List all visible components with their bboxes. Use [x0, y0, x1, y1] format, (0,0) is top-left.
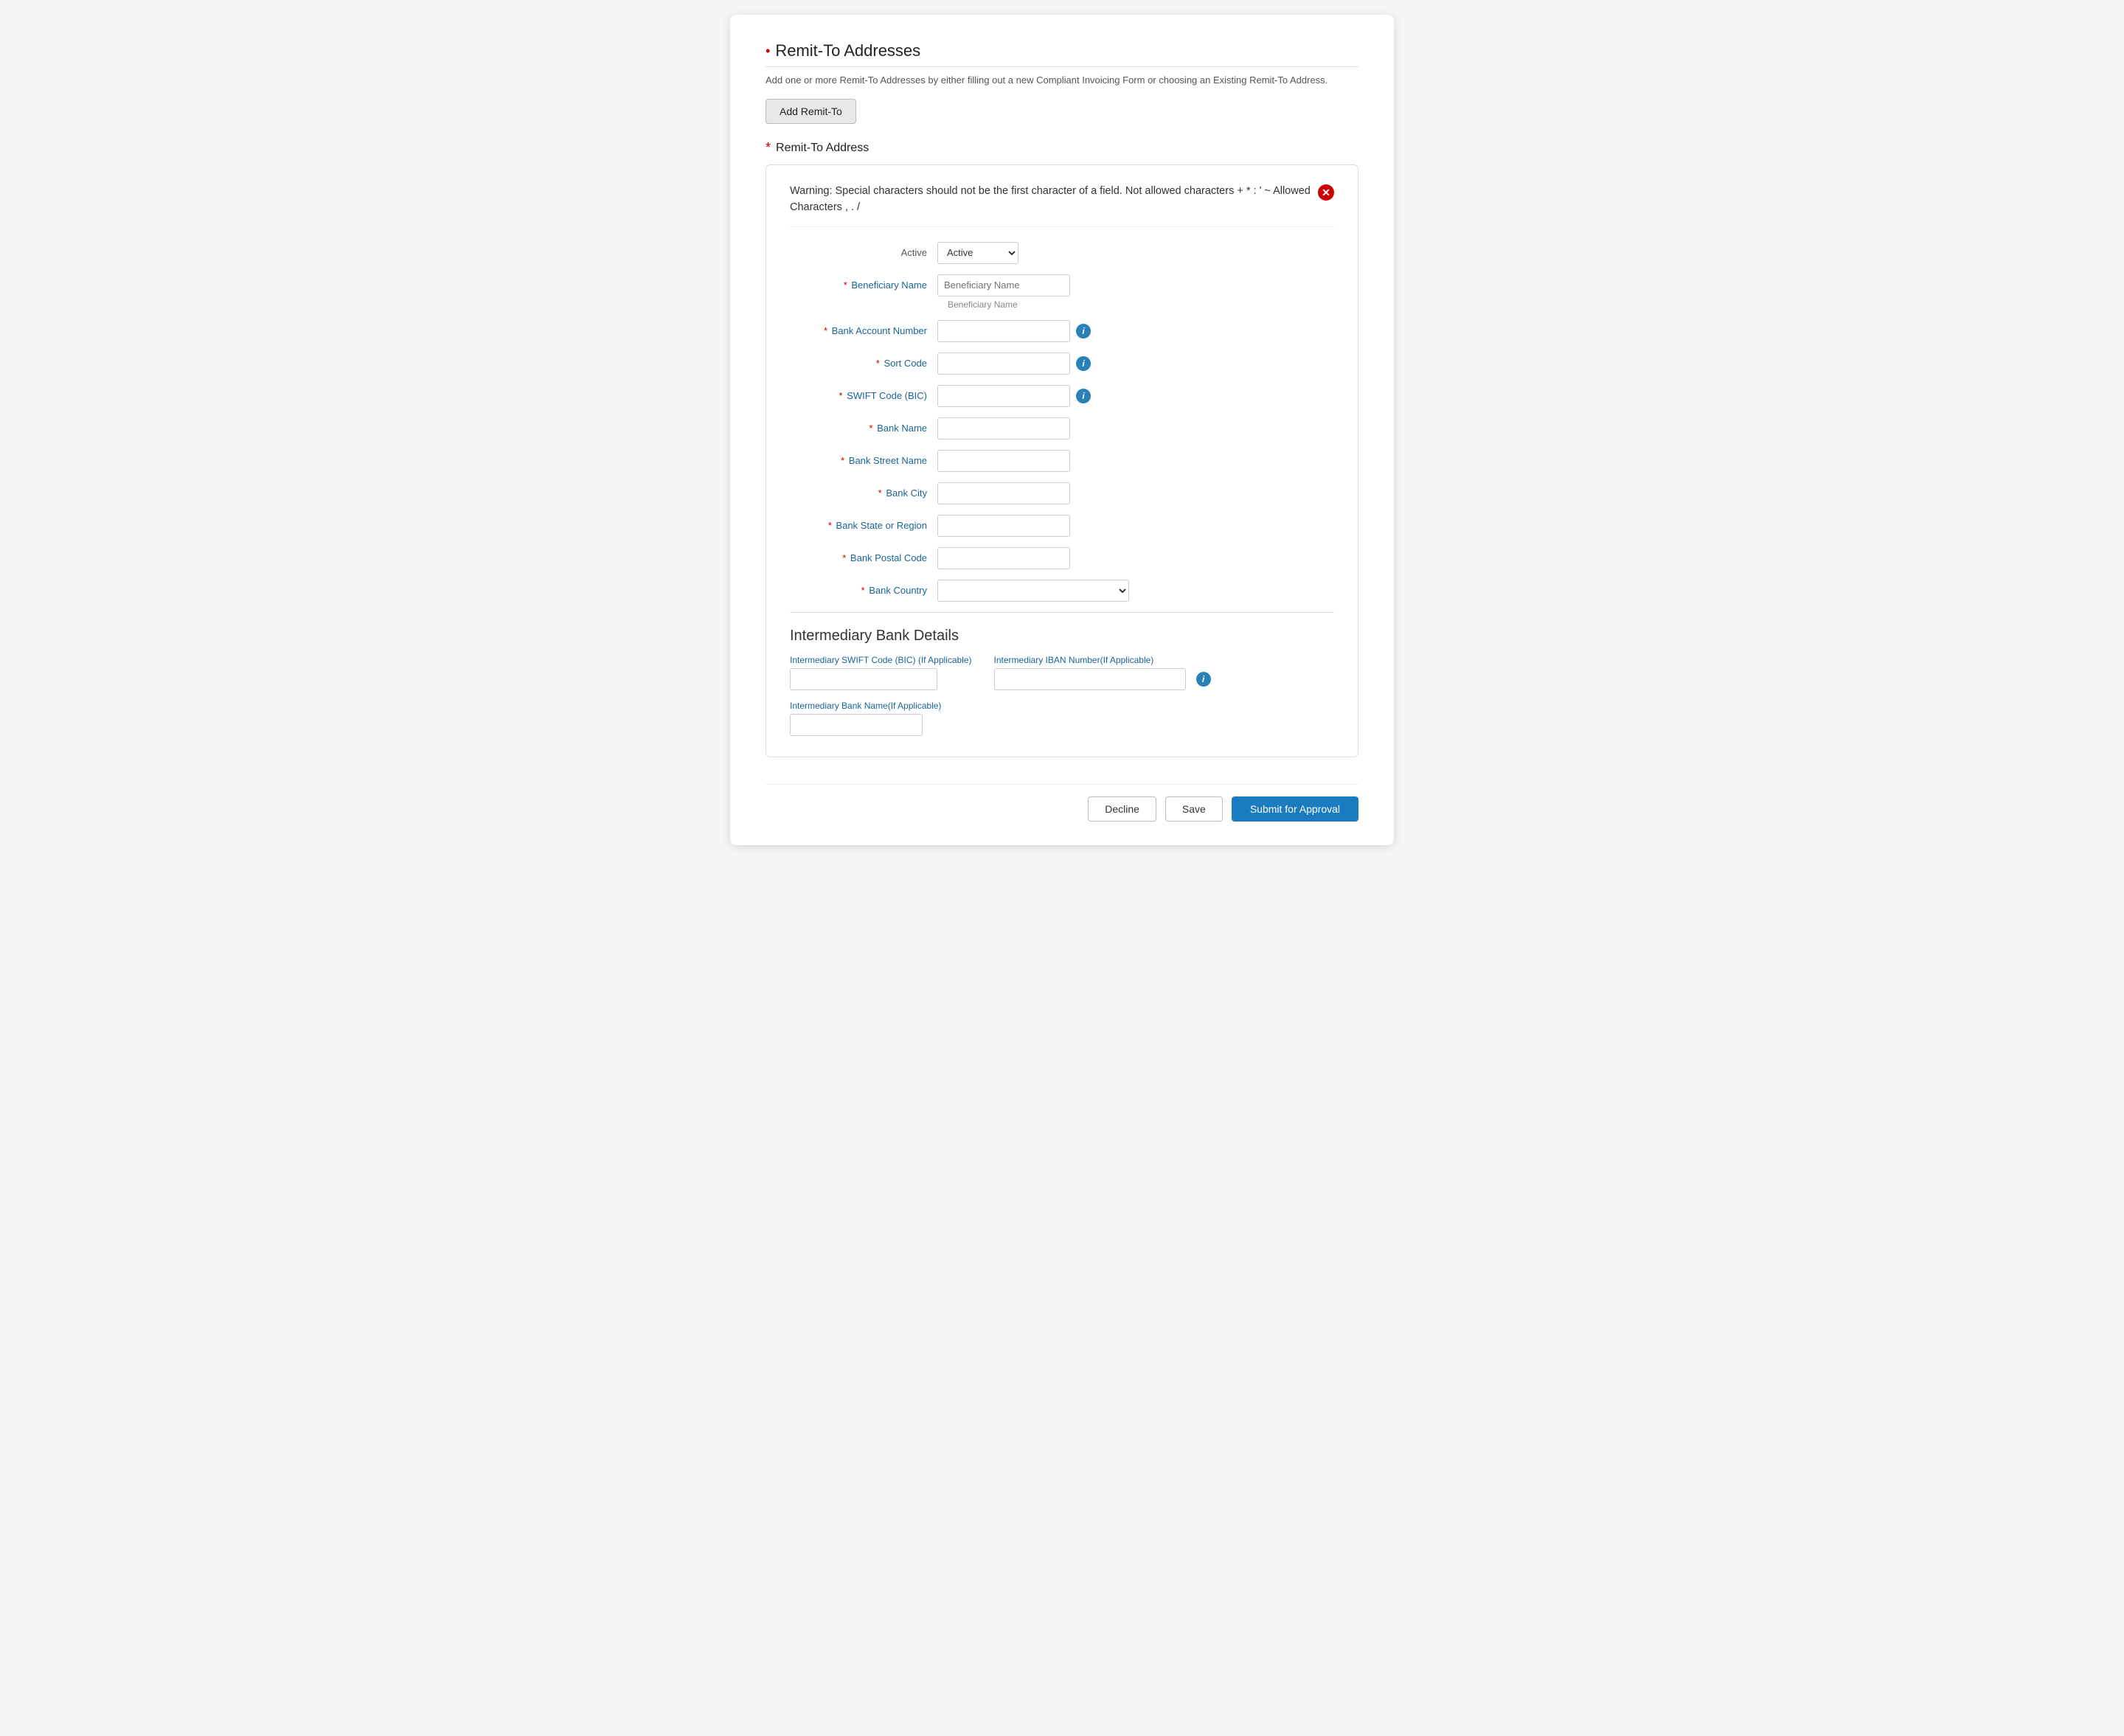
intermediary-iban-input[interactable] — [994, 668, 1186, 690]
bank-city-input[interactable] — [937, 482, 1070, 504]
bank-state-input[interactable] — [937, 515, 1070, 537]
bank-account-number-label: * Bank Account Number — [790, 325, 937, 336]
page-container: • Remit-To Addresses Add one or more Rem… — [730, 15, 1394, 845]
remit-address-title: Remit-To Address — [776, 142, 869, 155]
intermediary-title: Intermediary Bank Details — [790, 628, 1334, 645]
add-remit-button[interactable]: Add Remit-To — [766, 99, 856, 124]
warning-text: Warning: Special characters should not b… — [790, 183, 1311, 216]
intermediary-iban-info-icon[interactable]: i — [1196, 672, 1211, 687]
intermediary-swift-field: Intermediary SWIFT Code (BIC) (If Applic… — [790, 655, 972, 690]
bank-postal-label: * Bank Postal Code — [790, 552, 937, 563]
swift-code-info-icon[interactable]: i — [1076, 389, 1091, 403]
beneficiary-name-label: * Beneficiary Name — [790, 280, 937, 291]
bank-street-row: * Bank Street Name — [790, 450, 1334, 472]
bank-street-input[interactable] — [937, 450, 1070, 472]
bank-name-label: * Bank Name — [790, 423, 937, 434]
save-button[interactable]: Save — [1165, 796, 1223, 822]
sort-code-info-icon[interactable]: i — [1076, 356, 1091, 371]
section-divider — [766, 66, 1358, 67]
intermediary-bank-name-input[interactable] — [790, 714, 923, 736]
bank-account-number-input[interactable] — [937, 320, 1070, 342]
active-select[interactable]: Active Inactive — [937, 242, 1018, 264]
bank-postal-input[interactable] — [937, 547, 1070, 569]
sort-code-input[interactable] — [937, 353, 1070, 375]
active-label: Active — [790, 247, 937, 258]
intermediary-swift-input[interactable] — [790, 668, 937, 690]
active-row: Active Active Inactive — [790, 242, 1334, 264]
bank-name-input[interactable] — [937, 417, 1070, 440]
footer-actions: Decline Save Submit for Approval — [766, 784, 1358, 822]
intermediary-iban-label: Intermediary IBAN Number(If Applicable) — [994, 655, 1211, 665]
beneficiary-name-row: * Beneficiary Name — [790, 274, 1334, 296]
beneficiary-name-hint: Beneficiary Name — [948, 299, 1334, 310]
bank-account-info-icon[interactable]: i — [1076, 324, 1091, 338]
section-title: • Remit-To Addresses — [766, 41, 1358, 60]
intermediary-swift-label: Intermediary SWIFT Code (BIC) (If Applic… — [790, 655, 972, 665]
bank-state-label: * Bank State or Region — [790, 520, 937, 531]
intermediary-section: Intermediary Bank Details Intermediary S… — [790, 612, 1334, 736]
swift-code-label: * SWIFT Code (BIC) — [790, 390, 937, 401]
remit-required-star: * — [766, 140, 771, 156]
bank-city-label: * Bank City — [790, 487, 937, 499]
bank-country-select[interactable] — [937, 580, 1129, 602]
bank-country-label: * Bank Country — [790, 585, 937, 596]
intermediary-swift-iban-row: Intermediary SWIFT Code (BIC) (If Applic… — [790, 655, 1334, 690]
page-title: Remit-To Addresses — [775, 41, 920, 60]
intermediary-iban-input-row: i — [994, 668, 1211, 690]
sort-code-label: * Sort Code — [790, 358, 937, 369]
close-icon: ✕ — [1318, 184, 1334, 201]
swift-code-input[interactable] — [937, 385, 1070, 407]
bank-state-row: * Bank State or Region — [790, 515, 1334, 537]
warning-banner: Warning: Special characters should not b… — [790, 183, 1334, 227]
bank-postal-row: * Bank Postal Code — [790, 547, 1334, 569]
swift-code-row: * SWIFT Code (BIC) i — [790, 385, 1334, 407]
close-warning-button[interactable]: ✕ — [1318, 184, 1334, 201]
form-card: Warning: Special characters should not b… — [766, 164, 1358, 757]
intermediary-iban-field: Intermediary IBAN Number(If Applicable) … — [994, 655, 1211, 690]
bank-account-number-row: * Bank Account Number i — [790, 320, 1334, 342]
sort-code-row: * Sort Code i — [790, 353, 1334, 375]
remit-address-label: * Remit-To Address — [766, 140, 1358, 156]
bank-country-row: * Bank Country — [790, 580, 1334, 602]
section-description: Add one or more Remit-To Addresses by ei… — [766, 74, 1358, 86]
bank-name-row: * Bank Name — [790, 417, 1334, 440]
intermediary-bank-name-label: Intermediary Bank Name(If Applicable) — [790, 701, 1334, 711]
beneficiary-name-input[interactable] — [937, 274, 1070, 296]
bank-city-row: * Bank City — [790, 482, 1334, 504]
decline-button[interactable]: Decline — [1088, 796, 1156, 822]
submit-for-approval-button[interactable]: Submit for Approval — [1232, 796, 1358, 822]
required-star: • — [766, 44, 770, 59]
bank-street-label: * Bank Street Name — [790, 455, 937, 466]
intermediary-bank-name-field: Intermediary Bank Name(If Applicable) — [790, 701, 1334, 736]
intermediary-fields: Intermediary SWIFT Code (BIC) (If Applic… — [790, 655, 1334, 736]
